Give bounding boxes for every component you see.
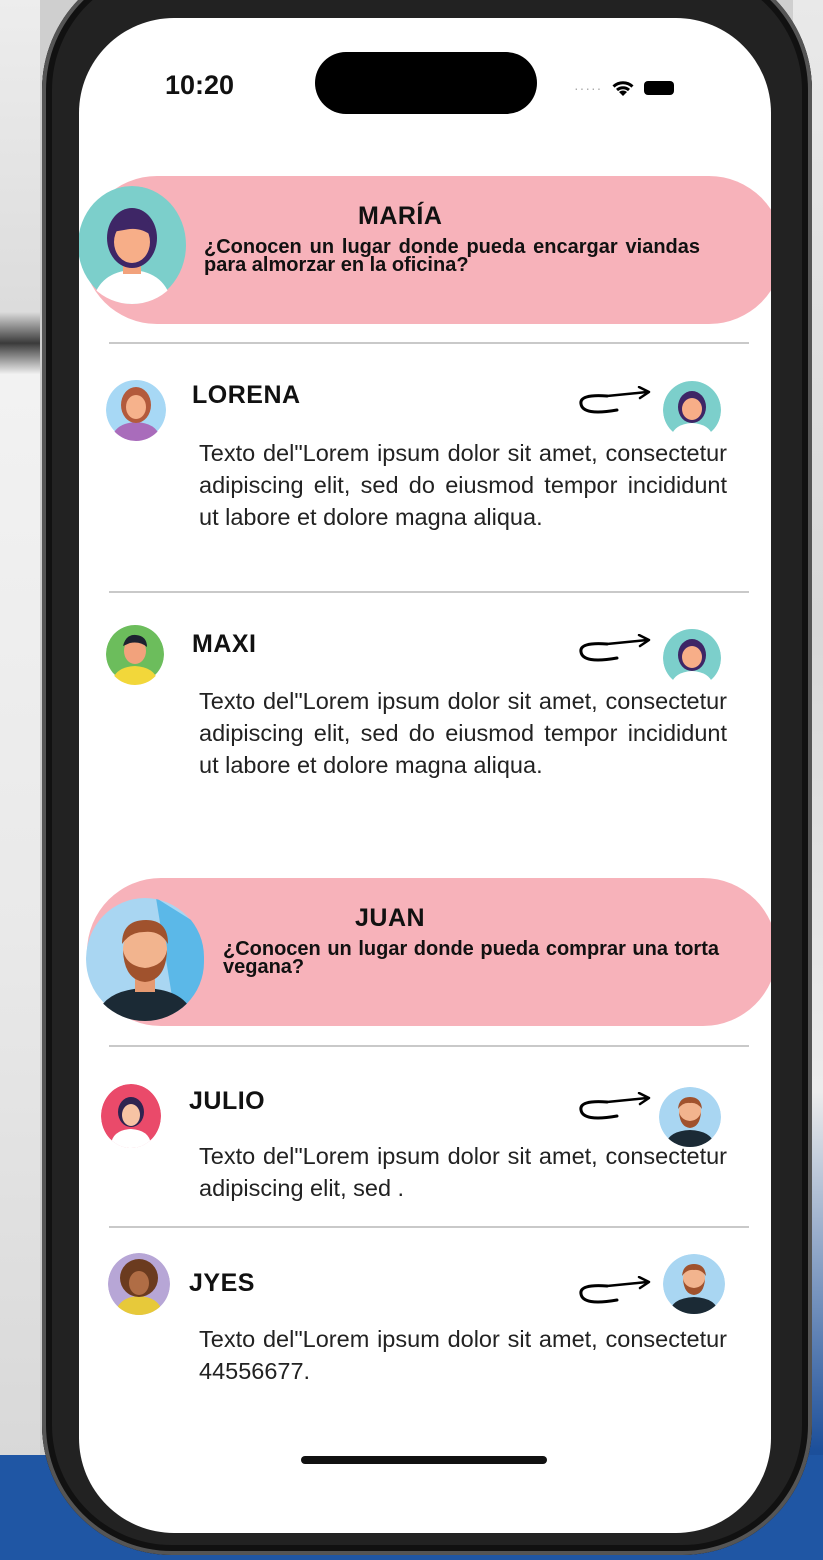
- avatar-lorena[interactable]: [106, 379, 166, 441]
- home-indicator[interactable]: [301, 1456, 547, 1464]
- phone-screen: 10:20 ····· MARÍA ¿Conocen un lugar dond…: [79, 18, 771, 1533]
- bearded-man-avatar-icon: [663, 1254, 725, 1314]
- reply-text: Texto del"Lorem ipsum dolor sit amet, co…: [199, 1143, 727, 1201]
- reply-to-avatar[interactable]: [663, 380, 721, 440]
- question-author: JUAN: [355, 904, 426, 932]
- reply-to-avatar[interactable]: [663, 628, 721, 688]
- reply-arrow-icon: [579, 1092, 651, 1120]
- reply-to-avatar[interactable]: [663, 1254, 725, 1314]
- avatar-maxi[interactable]: [106, 624, 164, 685]
- dynamic-island: [315, 52, 537, 114]
- question-text: ¿Conocen un lugar donde pueda comprar un…: [223, 938, 719, 978]
- reply-arrow-icon: [579, 386, 651, 414]
- woman-teal-avatar-icon: [663, 381, 721, 440]
- divider: [109, 591, 749, 593]
- woman-pink-avatar-icon: [101, 1084, 161, 1148]
- battery-icon: [644, 81, 675, 95]
- avatar-jyes[interactable]: [108, 1253, 170, 1315]
- reply-author: MAXI: [192, 630, 257, 658]
- woman-teal-avatar-icon: [79, 186, 186, 304]
- woman-teal-avatar-icon: [663, 629, 721, 688]
- status-time: 10:20: [165, 70, 235, 100]
- reply-author: JULIO: [189, 1087, 266, 1115]
- signal-dots-icon: ·····: [574, 80, 603, 96]
- reply-author: JYES: [189, 1269, 255, 1297]
- reply-arrow-icon: [579, 634, 651, 662]
- woman-curly-avatar-icon: [108, 1253, 170, 1315]
- divider: [109, 1226, 749, 1228]
- divider: [109, 1045, 749, 1047]
- avatar-maria[interactable]: [79, 186, 186, 304]
- divider: [109, 342, 749, 344]
- background-left: [0, 0, 40, 1560]
- question-bubble-maria[interactable]: MARÍA ¿Conocen un lugar donde pueda enca…: [83, 176, 771, 324]
- reply-text: Texto del"Lorem ipsum dolor sit amet, co…: [199, 688, 727, 778]
- status-icons: ·····: [574, 78, 675, 98]
- man-green-avatar-icon: [106, 625, 164, 685]
- avatar-juan[interactable]: [86, 898, 204, 1021]
- question-author: MARÍA: [358, 202, 443, 230]
- bearded-man-avatar-icon: [659, 1087, 721, 1147]
- reply-text: Texto del"Lorem ipsum dolor sit amet, co…: [199, 1326, 727, 1384]
- wifi-icon: [612, 81, 634, 96]
- woman-redhead-avatar-icon: [106, 380, 166, 441]
- avatar-julio[interactable]: [101, 1084, 161, 1148]
- reply-text: Texto del"Lorem ipsum dolor sit amet, co…: [199, 440, 727, 530]
- reply-author: LORENA: [192, 381, 301, 409]
- question-text: ¿Conocen un lugar donde pueda encargar v…: [204, 236, 700, 276]
- reply-arrow-icon: [579, 1276, 651, 1304]
- reply-to-avatar[interactable]: [659, 1087, 721, 1147]
- bearded-man-avatar-icon: [86, 898, 204, 1021]
